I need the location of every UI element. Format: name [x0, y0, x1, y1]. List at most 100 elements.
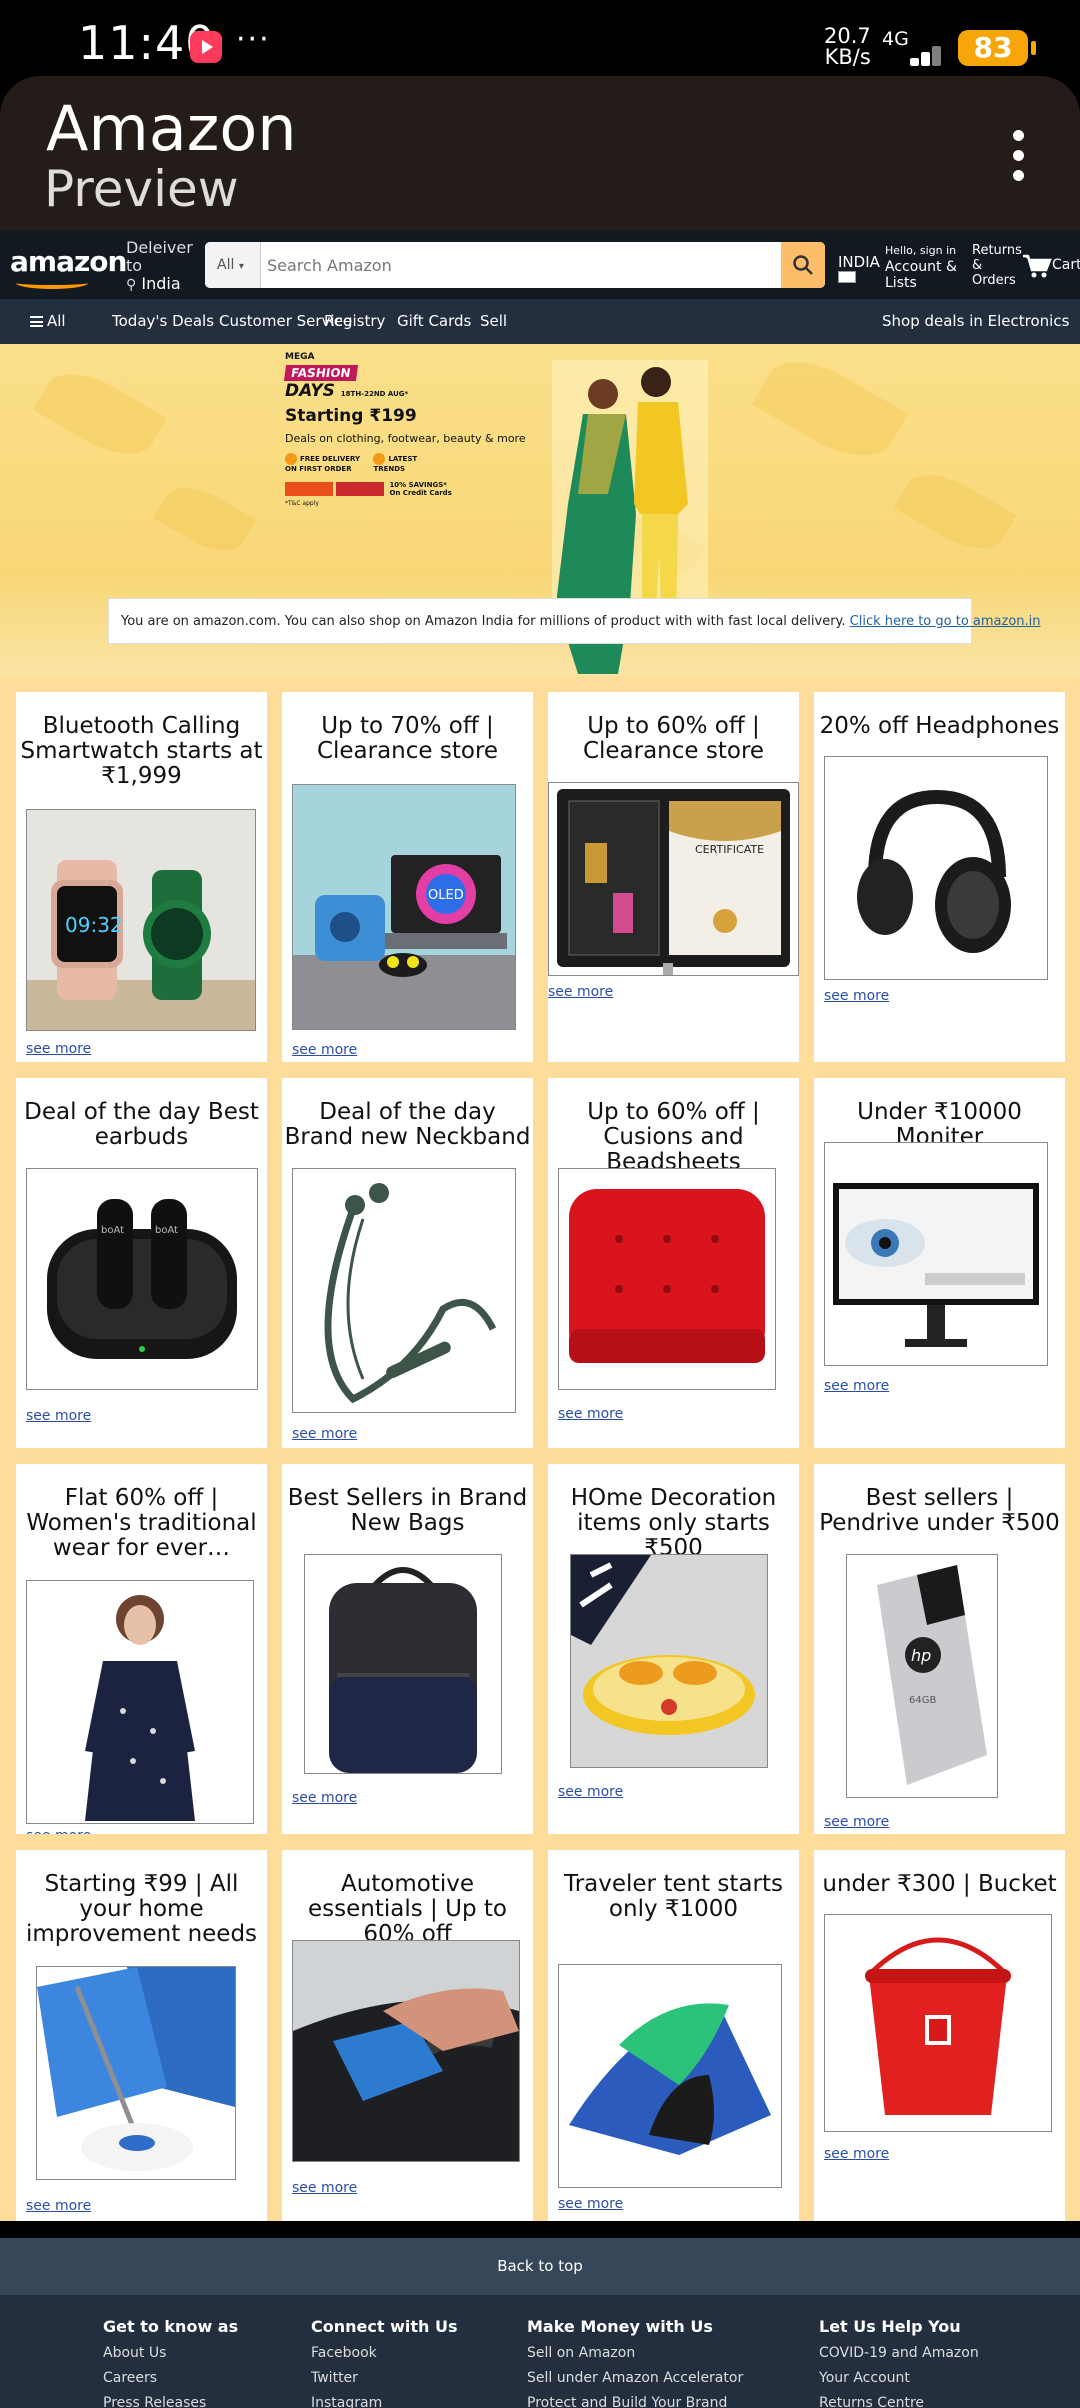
see-more-link[interactable]: see more [26, 2198, 91, 2214]
signal-icon [890, 36, 944, 66]
product-image-neckband[interactable] [292, 1168, 516, 1413]
product-card[interactable]: Deal of the day Best earbuds boAt boAt s… [16, 1078, 267, 1448]
product-card[interactable]: Deal of the day Brand new Neckband see m… [282, 1078, 533, 1448]
certificate-title-text: CERTIFICATE [695, 843, 764, 856]
country-label[interactable]: INDIA [838, 253, 880, 271]
card-title: 20% off Headphones [819, 713, 1060, 739]
card-title: Best Sellers in Brand New Bags [287, 1485, 528, 1536]
footer-link-twitter[interactable]: Twitter [311, 2370, 457, 2386]
hero-banner[interactable]: MEGA FASHION DAYS 18TH-22ND AUG* Startin… [0, 344, 1080, 676]
see-more-link[interactable]: see more [548, 984, 613, 1000]
product-card[interactable]: Flat 60% off | Women's traditional wear … [16, 1464, 267, 1834]
product-image-laptop-camera[interactable]: OLED [292, 784, 516, 1030]
product-image-mop[interactable] [36, 1966, 236, 2180]
product-image-headphones[interactable] [824, 756, 1048, 980]
amazon-smile-icon [16, 277, 88, 289]
product-image-earbuds[interactable]: boAt boAt [26, 1168, 258, 1390]
search-button[interactable] [781, 242, 825, 288]
see-more-link[interactable]: see more [292, 2180, 357, 2196]
footer-link-facebook[interactable]: Facebook [311, 2345, 457, 2361]
footer-link-press[interactable]: Press Releases [103, 2395, 238, 2408]
footer-link-sell[interactable]: Sell on Amazon [527, 2345, 743, 2361]
earbud-brand-right: boAt [155, 1225, 178, 1236]
footer-heading: Get to know as [103, 2317, 239, 2336]
see-more-link[interactable]: see more [824, 1814, 889, 1830]
footer-link-brand[interactable]: Protect and Build Your Brand [527, 2395, 743, 2408]
nav-sell[interactable]: Sell [480, 312, 507, 330]
product-card[interactable]: Up to 60% off | Cusions and Beadsheets s… [548, 1078, 799, 1448]
product-image-car-cleaning[interactable] [292, 1940, 520, 2162]
product-image-backpack[interactable] [304, 1554, 502, 1774]
delivery-icon [285, 453, 297, 465]
see-more-link[interactable]: see more [558, 2196, 623, 2212]
product-card[interactable]: 20% off Headphones see more [814, 692, 1065, 1062]
product-card[interactable]: Bluetooth Calling Smartwatch starts at ₹… [16, 692, 267, 1062]
back-to-top-button[interactable]: Back to top [0, 2238, 1080, 2295]
cart-button[interactable]: Cart [1022, 249, 1080, 289]
product-image-kurti[interactable] [26, 1580, 254, 1824]
network-speed: 20.7 KB/s [824, 26, 871, 68]
product-image-decor-tray[interactable] [570, 1554, 768, 1768]
more-options-icon[interactable] [1006, 130, 1030, 190]
product-image-pendrive[interactable]: hp 64GB [846, 1554, 998, 1798]
promo-dates: 18TH-22ND AUG* [340, 390, 409, 398]
footer-heading: Make Money with Us [527, 2317, 713, 2336]
product-image-tent[interactable] [558, 1964, 782, 2188]
product-card[interactable]: Best Sellers in Brand New Bags see more [282, 1464, 533, 1834]
nav-todays-deals[interactable]: Today's Deals [112, 312, 214, 330]
footer-link-instagram[interactable]: Instagram [311, 2395, 457, 2408]
nav-registry[interactable]: Registry [324, 312, 385, 330]
product-image-cushion[interactable] [558, 1168, 776, 1390]
see-more-link[interactable]: see more [26, 1408, 91, 1424]
see-more-link[interactable]: see more [292, 1426, 357, 1442]
footer-link-covid[interactable]: COVID-19 and Amazon [819, 2345, 979, 2361]
card-title: Best sellers | Pendrive under ₹500 [819, 1485, 1060, 1536]
product-card[interactable]: Starting ₹99 | All your home improvement… [16, 1850, 267, 2221]
see-more-link[interactable]: see more [292, 1790, 357, 1806]
deliver-to[interactable]: Deleiver to ⚲ India [126, 239, 193, 294]
account-greeting: Hello, sign in [885, 244, 957, 257]
product-card[interactable]: Up to 60% off | Clearance store CERTIFIC… [548, 692, 799, 1062]
pendrive-logo-text: hp [911, 1646, 931, 1665]
see-more-link[interactable]: see more [26, 1828, 91, 1834]
go-to-amazon-in-link[interactable]: Click here to go to amazon.in [850, 614, 1041, 629]
returns-orders[interactable]: Returns & Orders [972, 243, 1022, 288]
footer-link-accelerator[interactable]: Sell under Amazon Accelerator [527, 2370, 743, 2386]
account-menu[interactable]: Hello, sign in Account & Lists [885, 243, 957, 291]
see-more-link[interactable]: see more [824, 988, 889, 1004]
see-more-link[interactable]: see more [292, 1042, 357, 1058]
earbud-brand-left: boAt [101, 1225, 124, 1236]
product-image-smartwatch[interactable]: 09:32 [26, 809, 256, 1031]
all-menu-label: All [47, 312, 66, 330]
footer-column-connect: Connect with Us Facebook Twitter Instagr… [311, 2317, 457, 2408]
see-more-link[interactable]: see more [558, 1784, 623, 1800]
product-card[interactable]: HOme Decoration items only starts ₹500 s… [548, 1464, 799, 1834]
card-title: Up to 60% off | Cusions and Beadsheets [587, 1099, 760, 1175]
nav-gift-cards[interactable]: Gift Cards [397, 312, 471, 330]
search-category-select[interactable]: All ▾ [205, 242, 261, 288]
footer-link-account[interactable]: Your Account [819, 2370, 979, 2386]
flag-icon [838, 271, 856, 283]
nav-shop-electronics[interactable]: Shop deals in Electronics [882, 312, 1069, 330]
see-more-link[interactable]: see more [558, 1406, 623, 1422]
product-card[interactable]: Traveler tent starts only ₹1000 see more [548, 1850, 799, 2221]
product-card[interactable]: Under ₹10000 Moniter see more [814, 1078, 1065, 1448]
product-card[interactable]: Up to 70% off | Clearance store OLED see… [282, 692, 533, 1062]
cart-label: Cart [1052, 257, 1080, 273]
product-image-bucket[interactable] [824, 1914, 1052, 2132]
all-menu-button[interactable]: All [30, 312, 66, 330]
footer-link-about[interactable]: About Us [103, 2345, 238, 2361]
preview-header: Amazon Preview [0, 76, 1080, 231]
footer-link-careers[interactable]: Careers [103, 2370, 238, 2386]
footer-link-returns[interactable]: Returns Centre [819, 2395, 979, 2408]
product-card[interactable]: Automotive essentials | Up to 60% off se… [282, 1850, 533, 2221]
product-image-certificate-folder[interactable]: CERTIFICATE [548, 782, 799, 976]
product-card[interactable]: under ₹300 | Bucket see more [814, 1850, 1065, 2221]
search-input[interactable] [261, 242, 771, 288]
product-card[interactable]: Best sellers | Pendrive under ₹500 hp 64… [814, 1464, 1065, 1834]
see-more-link[interactable]: see more [824, 2146, 889, 2162]
see-more-link[interactable]: see more [824, 1378, 889, 1394]
amazon-logo[interactable]: amazon [10, 245, 127, 278]
product-image-monitor[interactable] [824, 1142, 1048, 1366]
see-more-link[interactable]: see more [26, 1041, 91, 1057]
